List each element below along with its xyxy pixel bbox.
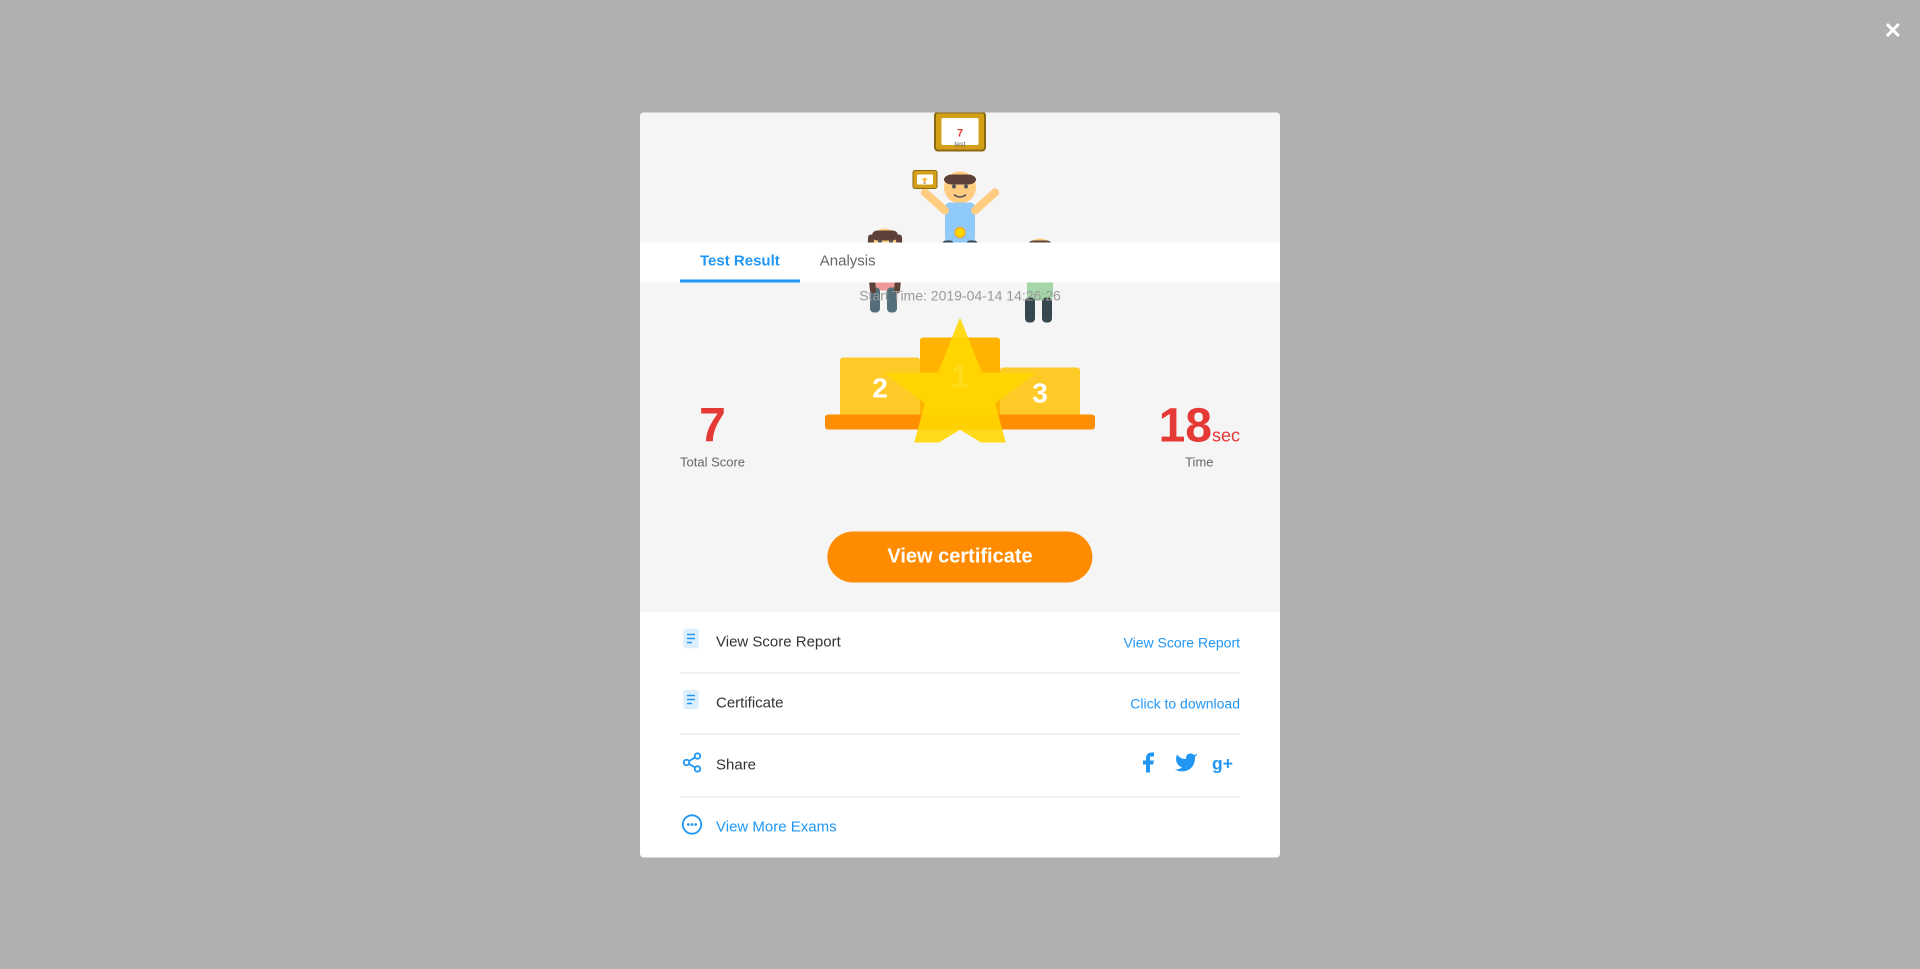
social-icons: g+ <box>1136 750 1240 780</box>
view-score-report-row: View Score Report View Score Report <box>680 612 1240 673</box>
facebook-icon[interactable] <box>1136 750 1160 780</box>
certificate-row: Certificate Click to download <box>680 673 1240 734</box>
view-score-report-left: View Score Report <box>680 628 841 656</box>
svg-text:🏆: 🏆 <box>922 177 929 184</box>
view-score-report-label: View Score Report <box>716 634 841 651</box>
total-score: 7 Total Score <box>680 402 745 469</box>
certificate-left: Certificate <box>680 689 784 717</box>
certificate-icon <box>680 689 704 717</box>
twitter-icon[interactable] <box>1174 750 1198 780</box>
svg-text:test: test <box>954 141 965 148</box>
certificate-download-link[interactable]: Click to download <box>1130 695 1240 711</box>
time-score: 18sec Time <box>1159 402 1240 469</box>
googleplus-icon[interactable]: g+ <box>1212 750 1240 780</box>
svg-text:3: 3 <box>1032 377 1048 408</box>
tab-bar: Test Result Analysis <box>640 242 1280 282</box>
view-more-label: View More Exams <box>716 819 837 836</box>
share-icon <box>680 751 704 779</box>
share-left: Share <box>680 751 756 779</box>
score-report-icon <box>680 628 704 656</box>
certificate-label: Certificate <box>716 695 784 712</box>
action-list: View Score Report View Score Report Cert… <box>640 612 1280 857</box>
tab-analysis[interactable]: Analysis <box>800 242 896 282</box>
close-button[interactable]: ✕ <box>1884 18 1902 44</box>
view-certificate-button[interactable]: View certificate <box>827 531 1092 582</box>
view-score-report-link[interactable]: View Score Report <box>1124 634 1240 650</box>
share-label: Share <box>716 757 756 774</box>
modal: Test Result Analysis Start Time: 2019-04… <box>640 112 1280 857</box>
svg-text:7: 7 <box>957 127 963 139</box>
share-row: Share g+ <box>680 734 1240 797</box>
view-more-icon <box>680 813 704 841</box>
svg-text:2: 2 <box>872 372 888 403</box>
view-more-exams-row[interactable]: View More Exams <box>680 797 1240 857</box>
start-time: Start Time: 2019-04-14 14:26:26 <box>640 287 1280 303</box>
top-panel: Test Result Analysis Start Time: 2019-04… <box>640 112 1280 612</box>
svg-text:g+: g+ <box>1212 753 1233 773</box>
tab-test-result[interactable]: Test Result <box>680 242 800 282</box>
